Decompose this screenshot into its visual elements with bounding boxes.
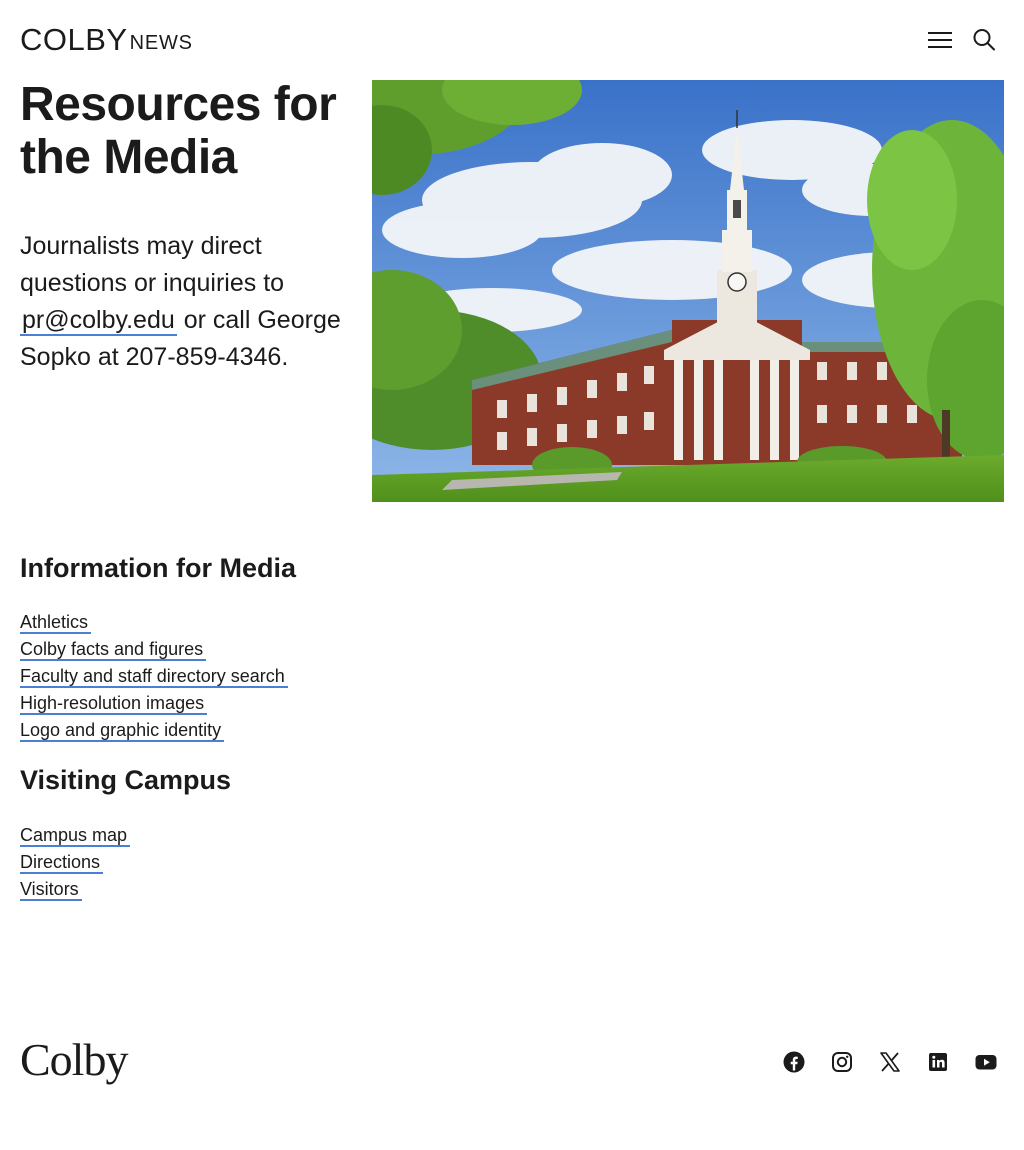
linkedin-icon xyxy=(929,1053,947,1071)
hamburger-icon-line xyxy=(928,46,952,48)
email-link[interactable]: pr@colby.edu xyxy=(20,306,177,336)
x-icon xyxy=(880,1052,900,1072)
instagram-link[interactable] xyxy=(830,1050,854,1074)
hamburger-icon-line xyxy=(928,39,952,41)
link-logo-graphic-identity[interactable]: Logo and graphic identity xyxy=(20,720,225,742)
youtube-icon xyxy=(975,1055,997,1070)
x-link[interactable] xyxy=(878,1050,902,1074)
list-item: Visitors xyxy=(20,878,130,905)
link-athletics[interactable]: Athletics xyxy=(20,612,92,634)
logo-colby-text: COLBY xyxy=(20,22,128,57)
link-directions[interactable]: Directions xyxy=(20,852,104,874)
link-high-resolution-images[interactable]: High-resolution images xyxy=(20,693,208,715)
link-campus-map[interactable]: Campus map xyxy=(20,825,131,847)
section-heading-information-for-media: Information for Media xyxy=(20,553,296,583)
list-item: Logo and graphic identity xyxy=(20,719,288,746)
site-header: COLBY NEWS xyxy=(0,0,1024,80)
hero-intro-text: Journalists may direct questions or inqu… xyxy=(20,228,350,376)
hero-image xyxy=(372,80,1004,502)
linkedin-link[interactable] xyxy=(926,1050,950,1074)
link-directory-search[interactable]: Faculty and staff directory search xyxy=(20,666,288,688)
hamburger-icon-line xyxy=(928,32,952,34)
link-facts-and-figures[interactable]: Colby facts and figures xyxy=(20,639,207,661)
media-info-links: Athletics Colby facts and figures Facult… xyxy=(20,611,288,746)
facebook-link[interactable] xyxy=(782,1050,806,1074)
visiting-campus-links: Campus map Directions Visitors xyxy=(20,824,131,905)
link-visitors[interactable]: Visitors xyxy=(20,879,82,901)
list-item: Athletics xyxy=(20,611,288,638)
search-button[interactable] xyxy=(970,26,998,54)
search-icon xyxy=(973,29,995,51)
footer-colby-logo[interactable]: Colby xyxy=(20,1034,128,1086)
section-heading-visiting-campus: Visiting Campus xyxy=(20,765,232,795)
list-item: Campus map xyxy=(20,824,131,851)
colby-news-logo[interactable]: COLBY NEWS xyxy=(20,22,193,57)
list-item: Directions xyxy=(20,851,130,878)
facebook-icon xyxy=(783,1051,805,1073)
page-title: Resources for the Media xyxy=(20,78,337,184)
menu-button[interactable] xyxy=(924,28,956,52)
instagram-icon xyxy=(832,1052,852,1072)
hero-text-before: Journalists may direct questions or inqu… xyxy=(20,232,285,297)
logo-news-text: NEWS xyxy=(129,32,193,54)
list-item: Faculty and staff directory search xyxy=(20,665,288,692)
list-item: Colby facts and figures xyxy=(20,638,288,665)
youtube-link[interactable] xyxy=(974,1050,998,1074)
list-item: High-resolution images xyxy=(20,692,288,719)
